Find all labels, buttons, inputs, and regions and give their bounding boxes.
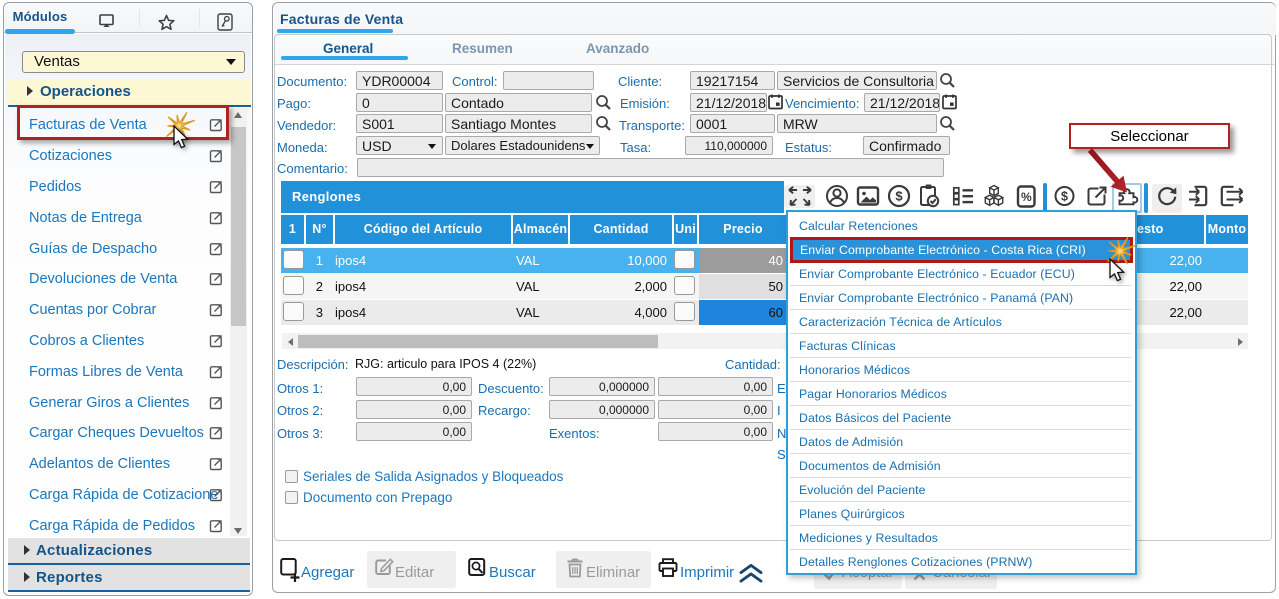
svg-text:$: $	[895, 189, 903, 204]
svg-text:$: $	[1061, 189, 1068, 203]
svg-text:%: %	[1021, 190, 1032, 204]
